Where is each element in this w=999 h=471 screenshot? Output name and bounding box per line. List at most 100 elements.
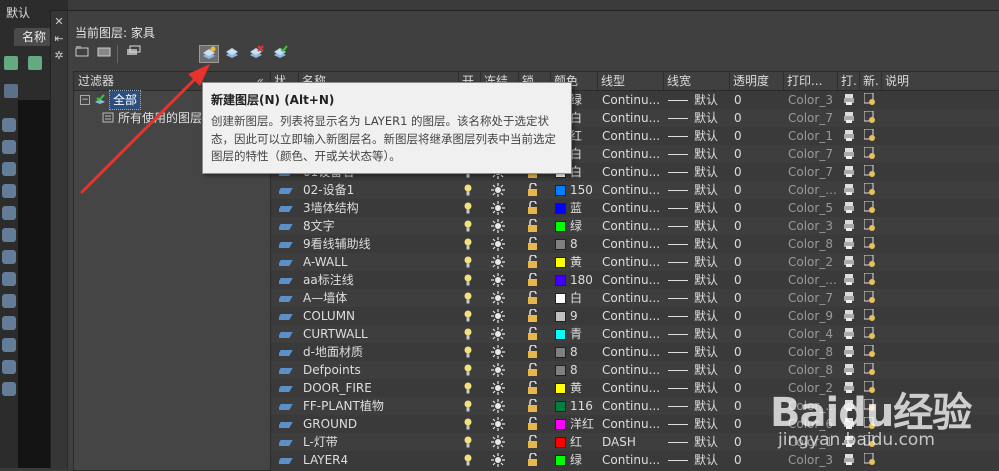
layer-plot-icon[interactable] <box>844 415 860 433</box>
layer-on-icon[interactable] <box>463 307 481 325</box>
layer-plot-style[interactable]: Color_3 <box>788 451 840 469</box>
col-transparency[interactable]: 透明度 <box>730 72 784 90</box>
layer-plot-icon[interactable] <box>844 145 860 163</box>
layer-lock-icon[interactable] <box>527 397 547 415</box>
layer-color[interactable]: 150 <box>555 181 601 199</box>
layer-row[interactable]: 3墙体结构 蓝 Continu... 默认 0 Color_5 <box>271 199 999 217</box>
layer-transparency[interactable]: 0 <box>734 91 784 109</box>
layer-new-vp-freeze-icon[interactable] <box>864 361 882 379</box>
layer-new-vp-freeze-icon[interactable] <box>864 145 882 163</box>
layer-plot-icon[interactable] <box>844 199 860 217</box>
layer-freeze-icon[interactable] <box>491 271 511 289</box>
layer-on-icon[interactable] <box>463 253 481 271</box>
layer-name[interactable]: GROUND <box>303 415 459 433</box>
layer-status-icon[interactable] <box>279 271 299 289</box>
layer-lock-icon[interactable] <box>527 181 547 199</box>
layer-freeze-icon[interactable] <box>491 361 511 379</box>
layer-lock-icon[interactable] <box>527 271 547 289</box>
col-linetype[interactable]: 线型 <box>598 72 664 90</box>
layer-linetype[interactable]: Continu... <box>602 397 664 415</box>
layer-transparency[interactable]: 0 <box>734 361 784 379</box>
layer-transparency[interactable]: 0 <box>734 379 784 397</box>
layer-lineweight[interactable]: 默认 <box>668 127 730 145</box>
layer-row[interactable]: A—墙体 白 Continu... 默认 0 Color_7 <box>271 289 999 307</box>
layer-status-icon[interactable] <box>279 289 299 307</box>
layer-row[interactable]: DOOR_FIRE 黄 Continu... 默认 0 Color_2 <box>271 379 999 397</box>
layer-row[interactable]: Defpoints 8 Continu... 默认 0 Color_8 <box>271 361 999 379</box>
layer-plot-icon[interactable] <box>844 181 860 199</box>
layer-plot-style[interactable]: Color_1 <box>788 127 840 145</box>
layer-name[interactable]: Defpoints <box>303 361 459 379</box>
dimension-icon[interactable] <box>4 84 18 98</box>
layer-transparency[interactable]: 0 <box>734 271 784 289</box>
polygon-icon[interactable] <box>2 184 16 198</box>
layer-on-icon[interactable] <box>463 325 481 343</box>
layer-row[interactable]: CURTWALL 青 Continu... 默认 0 Color_4 <box>271 325 999 343</box>
layer-on-icon[interactable] <box>463 379 481 397</box>
layer-freeze-icon[interactable] <box>491 379 511 397</box>
layer-freeze-icon[interactable] <box>491 343 511 361</box>
layer-plot-icon[interactable] <box>844 343 860 361</box>
layer-name[interactable]: DOOR_FIRE <box>303 379 459 397</box>
layer-lineweight[interactable]: 默认 <box>668 181 730 199</box>
layer-plot-style[interactable]: Color_9 <box>788 307 840 325</box>
layer-lock-icon[interactable] <box>527 307 547 325</box>
layer-linetype[interactable]: Continu... <box>602 145 664 163</box>
layer-row[interactable]: FF-PLANT植物 116 Continu... 默认 0 Color_... <box>271 397 999 415</box>
layer-new-vp-freeze-icon[interactable] <box>864 253 882 271</box>
layer-new-vp-freeze-icon[interactable] <box>864 235 882 253</box>
layer-color[interactable]: 8 <box>555 361 601 379</box>
col-plot-style[interactable]: 打印... <box>784 72 838 90</box>
layer-lock-icon[interactable] <box>527 235 547 253</box>
layer-lock-icon[interactable] <box>527 217 547 235</box>
layer-color[interactable]: 洋红 <box>555 415 601 433</box>
layer-color[interactable]: 蓝 <box>555 199 601 217</box>
layer-on-icon[interactable] <box>463 235 481 253</box>
layer-states-icon[interactable] <box>125 45 143 61</box>
layer-row[interactable]: L-灯带 红 DASH 默认 0 Color_1 <box>271 433 999 451</box>
layer-plot-icon[interactable] <box>844 397 860 415</box>
layer-linetype[interactable]: Continu... <box>602 415 664 433</box>
arc-icon[interactable] <box>2 162 16 176</box>
layer-transparency[interactable]: 0 <box>734 325 784 343</box>
layer-new-vp-freeze-icon[interactable] <box>864 451 882 469</box>
new-layer-icon[interactable] <box>199 45 219 63</box>
layer-color[interactable]: 青 <box>555 325 601 343</box>
layer-color[interactable]: 180 <box>555 271 601 289</box>
layer-new-vp-freeze-icon[interactable] <box>864 379 882 397</box>
layer-plot-icon[interactable] <box>844 271 860 289</box>
layer-name[interactable]: aa标注线 <box>303 271 459 289</box>
col-description[interactable]: 说明 <box>882 72 999 90</box>
layer-linetype[interactable]: Continu... <box>602 361 664 379</box>
layer-plot-icon[interactable] <box>844 451 860 469</box>
layer-status-icon[interactable] <box>279 307 299 325</box>
properties-icon[interactable]: ✲ <box>51 49 67 62</box>
layer-plot-style[interactable]: Color_8 <box>788 235 840 253</box>
layer-freeze-icon[interactable] <box>491 181 511 199</box>
layer-linetype[interactable]: Continu... <box>602 91 664 109</box>
layer-lock-icon[interactable] <box>527 199 547 217</box>
layer-status-icon[interactable] <box>279 433 299 451</box>
layer-plot-icon[interactable] <box>844 379 860 397</box>
layer-lock-icon[interactable] <box>527 361 547 379</box>
layer-on-icon[interactable] <box>463 289 481 307</box>
layer-on-icon[interactable] <box>463 217 481 235</box>
layer-linetype[interactable]: Continu... <box>602 109 664 127</box>
layer-row[interactable]: LAYER4 绿 Continu... 默认 0 Color_3 <box>271 451 999 469</box>
layer-lineweight[interactable]: 默认 <box>668 415 730 433</box>
layer-lineweight[interactable]: 默认 <box>668 451 730 469</box>
layer-plot-style[interactable]: Color_7 <box>788 109 840 127</box>
layer-lineweight[interactable]: 默认 <box>668 289 730 307</box>
layer-status-icon[interactable] <box>279 361 299 379</box>
layer-transparency[interactable]: 0 <box>734 235 784 253</box>
layer-transparency[interactable]: 0 <box>734 451 784 469</box>
layer-plot-icon[interactable] <box>844 235 860 253</box>
layer-lineweight[interactable]: 默认 <box>668 91 730 109</box>
layer-name[interactable]: COLUMN <box>303 307 459 325</box>
layer-plot-style[interactable]: Color_1 <box>788 433 840 451</box>
layer-new-vp-freeze-icon[interactable] <box>864 91 882 109</box>
layer-status-icon[interactable] <box>279 343 299 361</box>
layer-linetype[interactable]: Continu... <box>602 307 664 325</box>
layer-new-vp-freeze-icon[interactable] <box>864 307 882 325</box>
layer-linetype[interactable]: Continu... <box>602 289 664 307</box>
